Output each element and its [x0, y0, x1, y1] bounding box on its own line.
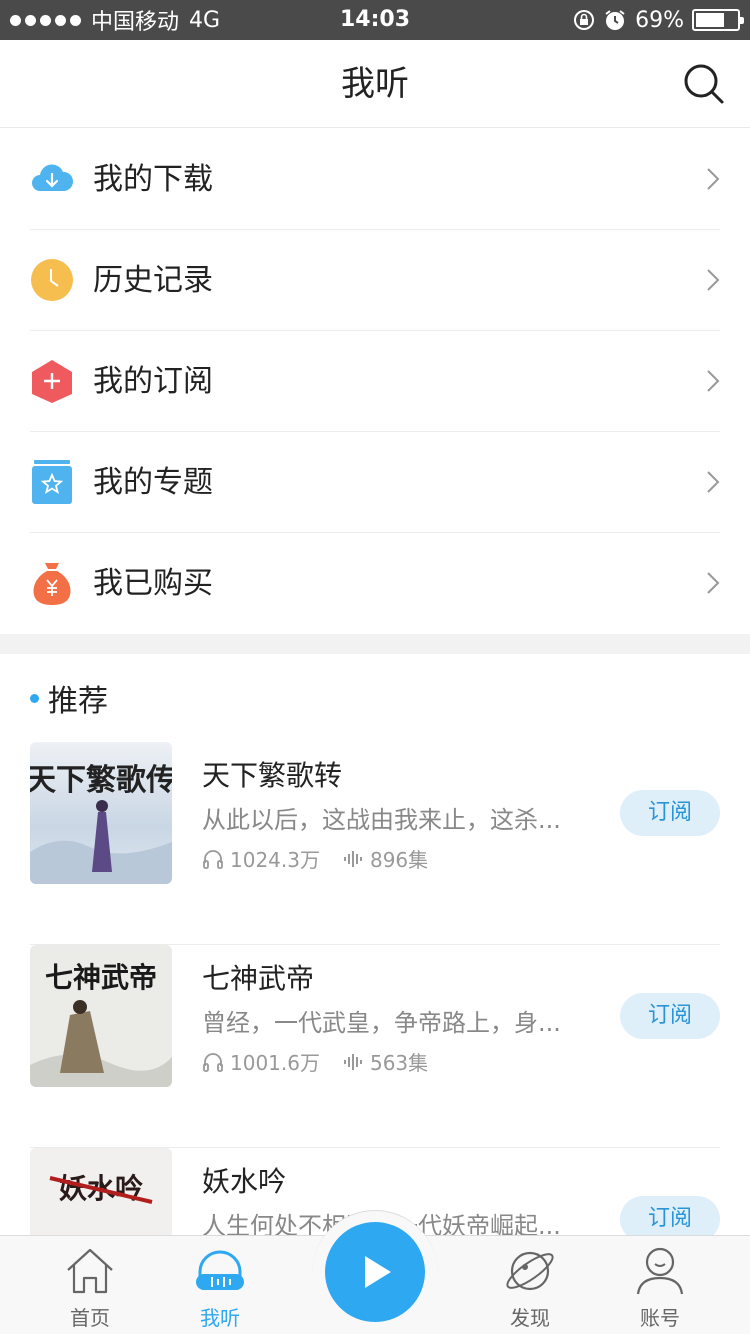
planet-icon	[506, 1251, 554, 1291]
menu-item-label: 我已购买	[93, 566, 213, 601]
plus-icon	[32, 360, 72, 403]
section-gap	[0, 634, 750, 654]
download-cloud-icon	[32, 164, 74, 191]
menu-item-label: 历史记录	[93, 263, 213, 298]
menu-list: 我的下载 历史记录 我的订阅 我的专题 我已购买	[0, 129, 750, 634]
play-icon	[365, 1256, 391, 1288]
audio-wave-icon	[343, 1053, 362, 1070]
book-cover: 七神武帝	[30, 945, 172, 1087]
user-icon	[636, 1247, 684, 1295]
subscribe-button[interactable]: 订阅	[620, 993, 720, 1039]
headphones-icon	[203, 1052, 223, 1072]
audio-wave-icon	[343, 850, 362, 867]
episode-count: 896集	[369, 848, 429, 872]
cover-title: 七神武帝	[45, 961, 157, 994]
star-folder-icon	[32, 460, 72, 504]
book-item[interactable]: 天下繁歌传 天下繁歌转 从此以后，这战由我来止，这杀... 1024.3万 89…	[0, 742, 750, 945]
page-title: 我听	[341, 64, 409, 104]
tab-home[interactable]: 首页	[15, 1236, 165, 1334]
book-title: 妖水吟	[202, 1165, 287, 1198]
tab-discover[interactable]: 发现	[455, 1236, 605, 1334]
play-button[interactable]	[325, 1222, 425, 1322]
headphones-icon	[203, 849, 223, 869]
section-dot-icon	[30, 693, 39, 703]
book-title: 七神武帝	[202, 962, 315, 995]
book-title: 天下繁歌转	[202, 759, 343, 792]
chevron-right-icon	[707, 370, 720, 392]
tab-account[interactable]: 账号	[585, 1236, 735, 1334]
book-stats: 1001.6万 563集	[202, 1047, 428, 1076]
chevron-right-icon	[707, 572, 720, 594]
money-bag-icon	[33, 563, 71, 605]
menu-item-label: 我的下载	[93, 162, 213, 197]
play-count: 1001.6万	[230, 1051, 320, 1075]
cover-title: 天下繁歌传	[30, 763, 172, 798]
rotation-lock-icon	[574, 10, 595, 30]
book-item[interactable]: 七神武帝 七神武帝 曾经，一代武皇，争帝路上，身... 1001.6万 563集…	[0, 945, 750, 1148]
menu-item-label: 我的订阅	[93, 364, 213, 399]
clock-icon	[31, 259, 73, 301]
menu-item-downloads[interactable]: 我的下载	[0, 129, 750, 230]
menu-item-subscriptions[interactable]: 我的订阅	[0, 331, 750, 432]
play-count: 1024.3万	[230, 848, 320, 872]
recommend-header: 推荐	[30, 676, 108, 720]
episode-count: 563集	[369, 1051, 429, 1075]
nav-bar: 我听	[0, 40, 750, 128]
headphones-icon	[196, 1250, 244, 1290]
menu-item-topics[interactable]: 我的专题	[0, 432, 750, 533]
tab-listen[interactable]: 我听	[145, 1236, 295, 1334]
alarm-icon	[605, 10, 625, 30]
chevron-right-icon	[707, 471, 720, 493]
subscribe-button[interactable]: 订阅	[620, 790, 720, 836]
home-icon	[67, 1248, 113, 1294]
battery-icon	[692, 9, 744, 31]
book-description: 曾经，一代武皇，争帝路上，身...	[202, 1009, 561, 1037]
tab-label: 首页	[70, 1306, 110, 1330]
book-cover: 天下繁歌传	[30, 742, 172, 884]
tab-label: 我听	[200, 1306, 240, 1330]
status-bar: 中国移动 4G 14:03 69%	[0, 0, 750, 40]
menu-item-history[interactable]: 历史记录	[0, 230, 750, 331]
chevron-right-icon	[707, 168, 720, 190]
battery-percent: 69%	[635, 7, 684, 33]
tab-label: 账号	[640, 1306, 680, 1330]
search-icon[interactable]	[682, 62, 726, 106]
book-description: 从此以后，这战由我来止，这杀...	[202, 806, 561, 834]
menu-item-label: 我的专题	[93, 465, 213, 500]
chevron-right-icon	[707, 269, 720, 291]
section-title: 推荐	[48, 684, 108, 719]
tab-label: 发现	[510, 1306, 550, 1330]
book-stats: 1024.3万 896集	[202, 844, 428, 873]
menu-item-purchased[interactable]: 我已购买	[0, 533, 750, 634]
